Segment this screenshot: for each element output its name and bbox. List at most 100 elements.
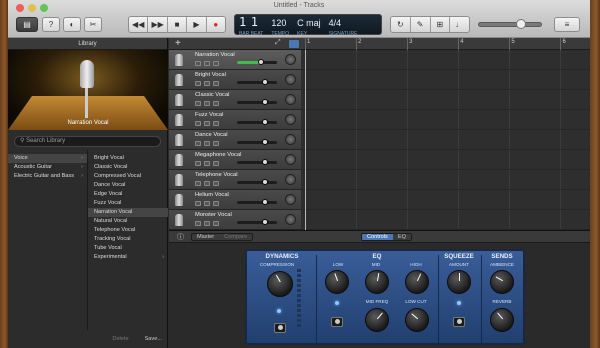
add-track-icon[interactable]: +: [175, 38, 181, 49]
pan-knob[interactable]: [285, 114, 296, 125]
play-button[interactable]: ▶: [187, 17, 207, 32]
smart-tempo-icon[interactable]: [289, 40, 299, 48]
volume-knob[interactable]: [262, 99, 268, 105]
low-cut-knob[interactable]: [405, 308, 429, 332]
save-button[interactable]: Save...: [145, 334, 162, 344]
track-volume-slider[interactable]: [237, 159, 277, 165]
squeeze-power-switch[interactable]: [453, 317, 465, 327]
volume-knob[interactable]: [262, 159, 268, 165]
mid-knob[interactable]: [365, 270, 389, 294]
delete-button[interactable]: Delete: [112, 334, 128, 344]
volume-knob[interactable]: [258, 59, 264, 65]
track-volume-slider[interactable]: [237, 59, 277, 65]
amount-knob[interactable]: [447, 270, 471, 294]
mute-button[interactable]: [195, 201, 201, 206]
solo-button[interactable]: [204, 141, 210, 146]
solo-button[interactable]: [204, 101, 210, 106]
track-header[interactable]: Monster Vocal: [169, 210, 301, 230]
patch-item[interactable]: Edge Vocal: [88, 190, 168, 199]
master-volume-knob[interactable]: [515, 19, 526, 29]
patch-item[interactable]: Fuzz Vocal: [88, 199, 168, 208]
pan-knob[interactable]: [285, 54, 296, 65]
info-icon[interactable]: ⓘ: [177, 232, 184, 242]
solo-button[interactable]: [204, 121, 210, 126]
patch-item[interactable]: Tube Vocal: [88, 244, 168, 253]
record-enable-button[interactable]: [213, 121, 219, 126]
record-button[interactable]: ●: [207, 17, 225, 32]
track-volume-slider[interactable]: [237, 79, 277, 85]
reverb-knob[interactable]: [490, 308, 514, 332]
mute-button[interactable]: [195, 61, 201, 66]
record-enable-button[interactable]: [213, 181, 219, 186]
pan-knob[interactable]: [285, 154, 296, 165]
category-item[interactable]: Acoustic Guitar ›: [8, 163, 87, 172]
help-button[interactable]: ?: [42, 17, 60, 32]
patch-item[interactable]: Natural Vocal: [88, 217, 168, 226]
track-volume-slider[interactable]: [237, 179, 277, 185]
mute-button[interactable]: [195, 121, 201, 126]
record-enable-button[interactable]: [213, 201, 219, 206]
editors-button[interactable]: ✂: [84, 17, 102, 32]
solo-button[interactable]: [204, 81, 210, 86]
track-volume-slider[interactable]: [237, 139, 277, 145]
library-search-input[interactable]: ⚲ Search Library: [14, 136, 161, 147]
compression-knob[interactable]: [267, 271, 293, 297]
volume-knob[interactable]: [262, 179, 268, 185]
low-knob[interactable]: [325, 270, 349, 294]
smart-controls-button[interactable]: ◐: [63, 17, 81, 32]
track-volume-slider[interactable]: [237, 219, 277, 225]
timeline[interactable]: [301, 50, 590, 230]
track-header[interactable]: Fuzz Vocal: [169, 110, 301, 130]
volume-knob[interactable]: [262, 199, 268, 205]
master-volume-slider[interactable]: [478, 19, 542, 29]
ambience-knob[interactable]: [490, 270, 514, 294]
record-enable-button[interactable]: [213, 161, 219, 166]
catch-playhead-icon[interactable]: ⤢: [275, 39, 281, 47]
metronome-icon[interactable]: ♩: [450, 17, 469, 32]
track-volume-slider[interactable]: [237, 199, 277, 205]
dynamics-power-switch[interactable]: [274, 323, 286, 333]
pan-knob[interactable]: [285, 214, 296, 225]
volume-knob[interactable]: [262, 219, 268, 225]
pan-knob[interactable]: [285, 134, 296, 145]
volume-knob[interactable]: [262, 139, 268, 145]
mute-button[interactable]: [195, 101, 201, 106]
solo-button[interactable]: [204, 61, 210, 66]
solo-button[interactable]: [204, 161, 210, 166]
playhead[interactable]: [305, 50, 306, 230]
patch-item[interactable]: Classic Vocal: [88, 163, 168, 172]
eq-tab[interactable]: EQ: [393, 234, 411, 240]
track-volume-slider[interactable]: [237, 119, 277, 125]
record-enable-button[interactable]: [213, 101, 219, 106]
lcd-display[interactable]: 1 1 BAR BEAT 120 TEMPO C maj KEY 4/4 SIG…: [234, 14, 382, 37]
master-tab[interactable]: Master: [192, 234, 219, 240]
volume-knob[interactable]: [262, 119, 268, 125]
track-header[interactable]: Telephone Vocal: [169, 170, 301, 190]
patch-item[interactable]: Bright Vocal: [88, 154, 168, 163]
notepad-button[interactable]: ≡: [554, 17, 580, 32]
stop-button[interactable]: ■: [168, 17, 188, 32]
pan-knob[interactable]: [285, 74, 296, 85]
record-enable-button[interactable]: [213, 141, 219, 146]
mid-freq-knob[interactable]: [365, 308, 389, 332]
pan-knob[interactable]: [285, 94, 296, 105]
mute-button[interactable]: [195, 221, 201, 226]
track-header[interactable]: Bright Vocal: [169, 70, 301, 90]
tuner-icon[interactable]: ✎: [411, 17, 431, 32]
category-item[interactable]: Electric Guitar and Bass ›: [8, 172, 87, 181]
patch-item[interactable]: Tracking Vocal: [88, 235, 168, 244]
solo-button[interactable]: [204, 181, 210, 186]
pan-knob[interactable]: [285, 174, 296, 185]
high-knob[interactable]: [405, 270, 429, 294]
record-enable-button[interactable]: [213, 61, 219, 66]
library-toggle-button[interactable]: ▤: [16, 17, 38, 32]
controls-tab[interactable]: Controls: [362, 234, 393, 240]
mute-button[interactable]: [195, 181, 201, 186]
compare-tab[interactable]: Compare: [219, 234, 252, 240]
fast-forward-button[interactable]: ▶▶: [148, 17, 168, 32]
cycle-icon[interactable]: ↻: [391, 17, 411, 32]
patch-item-folder[interactable]: Experimental ›: [88, 253, 168, 262]
mute-button[interactable]: [195, 81, 201, 86]
solo-button[interactable]: [204, 201, 210, 206]
track-header[interactable]: Helium Vocal: [169, 190, 301, 210]
